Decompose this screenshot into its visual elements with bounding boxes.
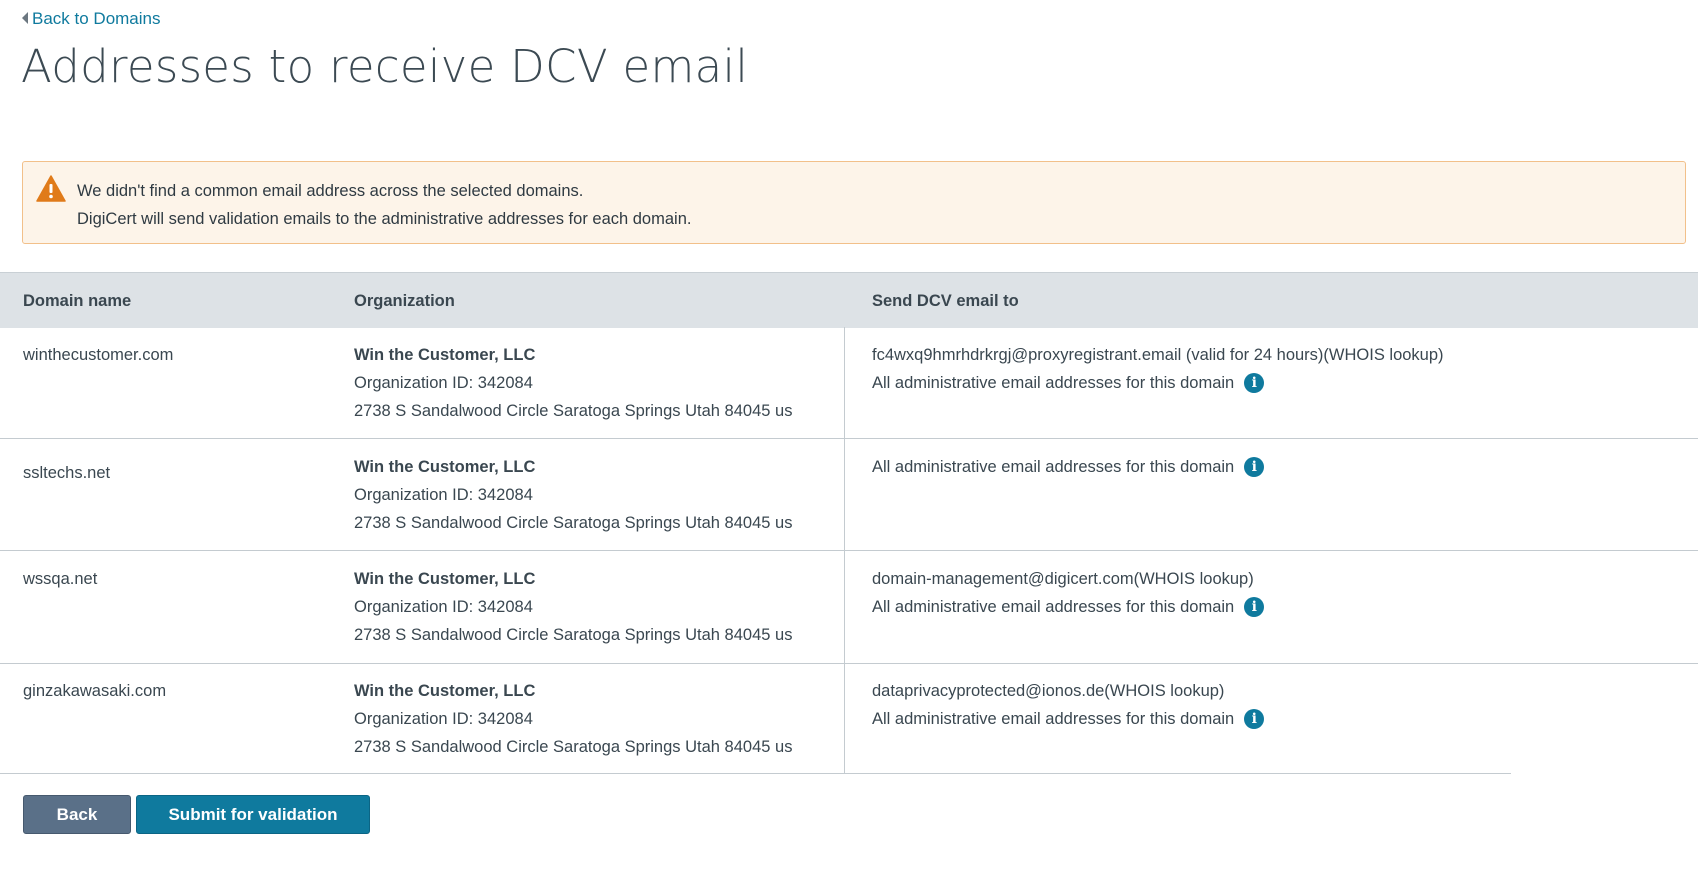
dcv-recipients: All administrative email addresses for t… <box>872 453 1265 481</box>
table-header: Domain name Organization Send DCV email … <box>0 272 1698 328</box>
submit-for-validation-button[interactable]: Submit for validation <box>136 795 370 834</box>
column-divider <box>844 551 845 664</box>
info-icon[interactable]: i <box>1244 457 1265 477</box>
admin-addresses-line: All administrative email addresses for t… <box>872 705 1265 733</box>
admin-addresses-text: All administrative email addresses for t… <box>872 598 1235 616</box>
organization-id: Organization ID: 342084 <box>354 598 533 616</box>
column-divider <box>844 327 845 439</box>
page: Back to Domains Addresses to receive DCV… <box>0 0 1698 874</box>
dcv-recipients: domain-management@digicert.com(WHOIS loo… <box>872 565 1265 621</box>
whois-email-address: dataprivacyprotected@ionos.de(WHOIS look… <box>872 682 1225 700</box>
info-icon[interactable]: i <box>1244 597 1265 617</box>
info-icon[interactable]: i <box>1244 709 1265 729</box>
admin-addresses-text: All administrative email addresses for t… <box>872 374 1235 392</box>
back-to-domains-label: Back to Domains <box>32 9 161 28</box>
domain-name: ginzakawasaki.com <box>23 682 167 700</box>
column-divider <box>844 439 845 551</box>
organization-address: 2738 S Sandalwood Circle Saratoga Spring… <box>354 626 793 644</box>
domain-name: wssqa.net <box>23 570 98 588</box>
admin-addresses-text: All administrative email addresses for t… <box>872 458 1235 476</box>
organization-info: Win the Customer, LLC Organization ID: 3… <box>354 565 792 649</box>
back-button[interactable]: Back <box>23 795 131 834</box>
warning-alert: We didn't find a common email address ac… <box>22 161 1686 244</box>
domain-name: ssltechs.net <box>23 464 111 482</box>
admin-addresses-line: All administrative email addresses for t… <box>872 593 1265 621</box>
organization-info: Win the Customer, LLC Organization ID: 3… <box>354 453 792 537</box>
whois-email-address: domain-management@digicert.com(WHOIS loo… <box>872 570 1254 588</box>
domain-name: winthecustomer.com <box>23 346 174 364</box>
admin-addresses-line: All administrative email addresses for t… <box>872 453 1265 481</box>
admin-addresses-line: All administrative email addresses for t… <box>872 369 1444 397</box>
alert-message-line-1: We didn't find a common email address ac… <box>77 182 584 200</box>
caret-left-icon <box>22 12 28 24</box>
organization-address: 2738 S Sandalwood Circle Saratoga Spring… <box>354 738 793 756</box>
organization-name: Win the Customer, LLC <box>354 346 536 364</box>
organization-id: Organization ID: 342084 <box>354 710 533 728</box>
dcv-recipients: dataprivacyprotected@ionos.de(WHOIS look… <box>872 677 1265 733</box>
organization-address: 2738 S Sandalwood Circle Saratoga Spring… <box>354 514 793 532</box>
info-icon[interactable]: i <box>1244 373 1265 393</box>
organization-address: 2738 S Sandalwood Circle Saratoga Spring… <box>354 402 793 420</box>
back-to-domains-link[interactable]: Back to Domains <box>22 9 161 29</box>
organization-info: Win the Customer, LLC Organization ID: 3… <box>354 677 792 761</box>
organization-name: Win the Customer, LLC <box>354 458 536 476</box>
organization-info: Win the Customer, LLC Organization ID: 3… <box>354 341 792 425</box>
dcv-recipients: fc4wxq9hmrhdrkrgj@proxyregistrant.email … <box>872 341 1444 397</box>
organization-name: Win the Customer, LLC <box>354 570 536 588</box>
table-row: ssltechs.net Win the Customer, LLC Organ… <box>0 439 1698 551</box>
column-divider <box>844 664 845 774</box>
alert-message-line-2: DigiCert will send validation emails to … <box>77 210 692 228</box>
table-bottom-border <box>0 773 1511 774</box>
table-row: winthecustomer.com Win the Customer, LLC… <box>0 327 1698 439</box>
organization-name: Win the Customer, LLC <box>354 682 536 700</box>
organization-id: Organization ID: 342084 <box>354 374 533 392</box>
whois-email-address: fc4wxq9hmrhdrkrgj@proxyregistrant.email … <box>872 346 1444 364</box>
column-header-organization: Organization <box>354 292 455 310</box>
warning-icon <box>36 175 66 202</box>
admin-addresses-text: All administrative email addresses for t… <box>872 710 1235 728</box>
column-header-send-dcv-email-to: Send DCV email to <box>872 292 1019 310</box>
table-row: wssqa.net Win the Customer, LLC Organiza… <box>0 551 1698 664</box>
column-header-domain-name: Domain name <box>23 292 132 310</box>
page-title: Addresses to receive DCV email <box>21 40 749 93</box>
organization-id: Organization ID: 342084 <box>354 486 533 504</box>
table-row: ginzakawasaki.com Win the Customer, LLC … <box>0 664 1698 774</box>
